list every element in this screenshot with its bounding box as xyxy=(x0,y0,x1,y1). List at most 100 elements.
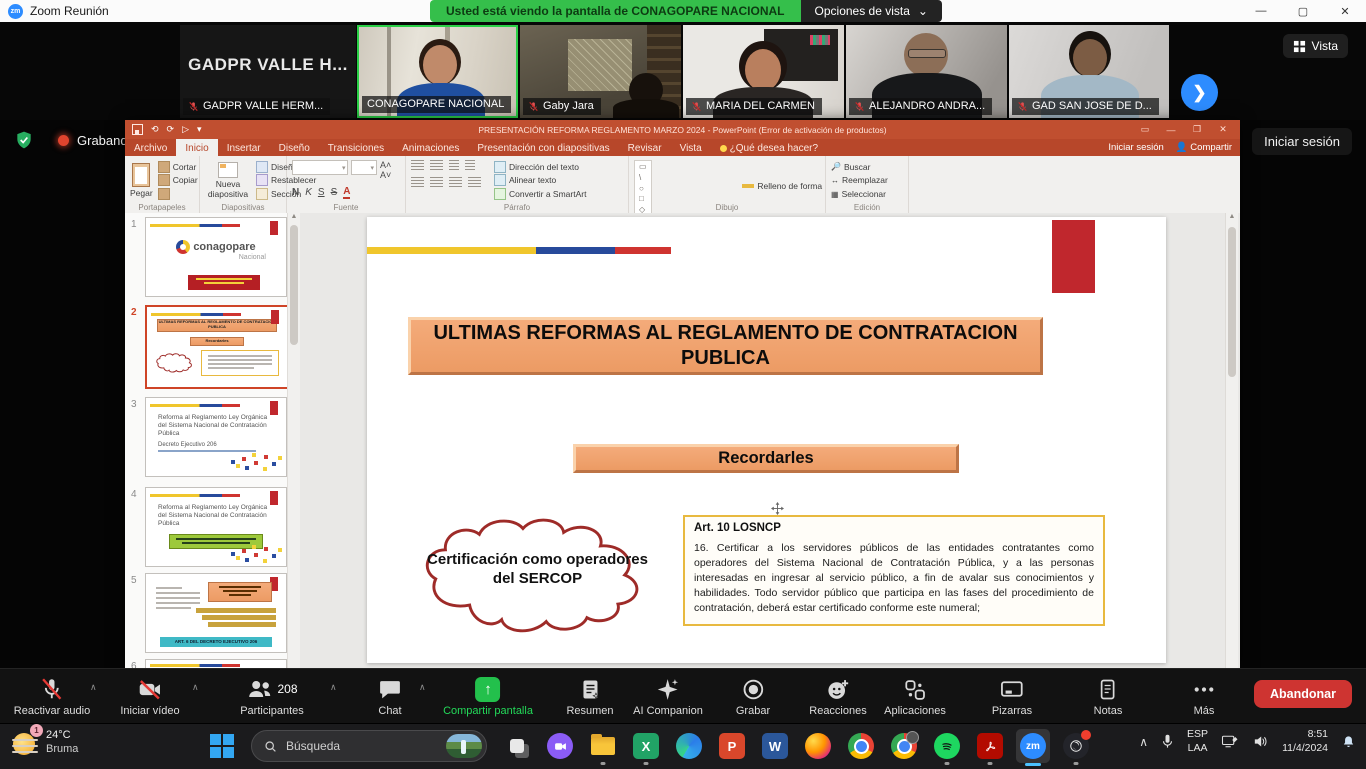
participant-tile[interactable]: MARIA DEL CARMEN xyxy=(683,25,844,118)
chat-options-chevron[interactable]: ∧ xyxy=(419,682,426,693)
ppt-restore-button[interactable]: ❐ xyxy=(1184,124,1210,135)
strike-button[interactable]: S xyxy=(331,187,338,198)
taskbar-weather-widget[interactable]: 1 24°CBruma xyxy=(12,729,78,757)
thumbnail-slide-2-selected[interactable]: 2 ULTIMAS REFORMAS AL REGLAMENTO DE CONT… xyxy=(131,305,289,389)
tab-presentacion[interactable]: Presentación con diapositivas xyxy=(468,139,618,156)
grow-shrink-font-icons[interactable]: A˄ A˅ xyxy=(380,160,400,180)
share-screen-button[interactable]: ↑ Compartir pantalla xyxy=(443,676,533,717)
task-view-button[interactable] xyxy=(504,733,530,759)
obs-icon[interactable] xyxy=(1063,733,1089,759)
view-options-button[interactable]: Opciones de vista ⌄ xyxy=(801,0,942,22)
taskbar-clock[interactable]: 8:5111/4/2024 xyxy=(1282,728,1328,755)
tab-insertar[interactable]: Insertar xyxy=(218,139,270,156)
chrome-profile-icon[interactable] xyxy=(891,733,917,759)
more-button[interactable]: Más xyxy=(1192,676,1217,717)
ai-companion-button[interactable]: AI Companion xyxy=(633,676,703,717)
tab-inicio[interactable]: Inicio xyxy=(176,139,217,156)
copy-button[interactable]: Copiar xyxy=(158,174,198,186)
spotify-icon[interactable] xyxy=(934,733,960,759)
notification-bell-icon[interactable] xyxy=(1341,734,1356,750)
ribbon-display-icon[interactable]: ▭ xyxy=(1132,124,1158,135)
zoom-app-icon[interactable]: zm xyxy=(1016,729,1050,763)
save-icon[interactable] xyxy=(132,124,143,135)
tray-chevron-icon[interactable]: ∧ xyxy=(1139,735,1148,749)
canvas-scrollbar[interactable]: ▲ xyxy=(1225,213,1238,668)
tell-me-box[interactable]: ¿Qué desea hacer? xyxy=(711,139,827,156)
align-text-button[interactable]: Alinear texto xyxy=(494,174,586,186)
tab-animaciones[interactable]: Animaciones xyxy=(393,139,468,156)
tray-pen-display-icon[interactable] xyxy=(1221,734,1239,749)
list-buttons[interactable] xyxy=(411,160,481,171)
tray-mic-icon[interactable] xyxy=(1161,734,1174,750)
thumbnail-slide-6[interactable]: 6 xyxy=(131,659,287,668)
apps-button[interactable]: Aplicaciones xyxy=(884,676,946,717)
tab-diseno[interactable]: Diseño xyxy=(270,139,319,156)
participants-options-chevron[interactable]: ∧ xyxy=(330,682,337,693)
chrome-icon[interactable] xyxy=(848,733,874,759)
paste-button[interactable]: Pegar xyxy=(130,160,153,201)
video-options-chevron[interactable]: ∧ xyxy=(192,682,199,693)
participant-tile[interactable]: CONAGOPARE NACIONAL xyxy=(357,25,518,118)
view-button[interactable]: Vista xyxy=(1283,34,1348,58)
tab-archivo[interactable]: Archivo xyxy=(125,139,176,156)
tab-vista[interactable]: Vista xyxy=(671,139,711,156)
slide-subtitle-banner[interactable]: Recordarles xyxy=(573,444,959,473)
start-button[interactable] xyxy=(210,734,234,758)
tray-volume-icon[interactable] xyxy=(1252,734,1269,749)
font-name-select[interactable]: ▾ xyxy=(292,160,348,175)
italic-button[interactable]: K xyxy=(305,187,312,198)
notes-button[interactable]: Notas xyxy=(1094,676,1123,717)
underline-button[interactable]: S xyxy=(318,187,325,198)
thumbnail-slide-1[interactable]: 1 conagopare Nacional xyxy=(131,217,287,297)
audio-options-chevron[interactable]: ∧ xyxy=(90,682,97,693)
bold-button[interactable]: N xyxy=(292,187,299,198)
tab-transiciones[interactable]: Transiciones xyxy=(319,139,393,156)
undo-icon[interactable]: ⟲ xyxy=(151,124,159,135)
thumbnail-scrollbar[interactable]: ▲ xyxy=(287,213,300,668)
record-button[interactable]: Grabar xyxy=(736,676,770,717)
article-text-box[interactable]: Art. 10 LOSNCP 16. Certificar a los serv… xyxy=(683,515,1105,626)
close-button[interactable]: ✕ xyxy=(1324,0,1366,22)
slide-editor[interactable]: ULTIMAS REFORMAS AL REGLAMENTO DE CONTRA… xyxy=(367,217,1166,663)
acrobat-icon[interactable] xyxy=(977,733,1003,759)
redo-icon[interactable]: ⟳ xyxy=(167,124,175,135)
summary-button[interactable]: Resumen xyxy=(566,676,613,717)
participant-tile[interactable]: Gaby Jara xyxy=(520,25,681,118)
leave-meeting-button[interactable]: Abandonar xyxy=(1254,680,1352,708)
excel-icon[interactable]: X xyxy=(633,733,659,759)
replace-button[interactable]: ↔Reemplazar xyxy=(831,175,888,185)
participants-button[interactable]: 208 Participantes xyxy=(240,676,304,717)
cut-button[interactable]: Cortar xyxy=(158,161,198,173)
align-buttons[interactable] xyxy=(411,177,481,188)
shape-fill-button[interactable]: Relleno de forma xyxy=(742,181,828,191)
edge-icon[interactable] xyxy=(676,733,702,759)
find-button[interactable]: 🔎Buscar xyxy=(831,162,888,172)
start-video-button[interactable]: Iniciar vídeo xyxy=(120,676,179,717)
word-icon[interactable]: W xyxy=(762,733,788,759)
format-painter-button[interactable] xyxy=(158,188,198,200)
next-participants-button[interactable]: ❯ xyxy=(1181,74,1218,111)
firefox-icon[interactable] xyxy=(805,733,831,759)
thumbnail-slide-4[interactable]: 4 Reforma al Reglamento Ley Orgánica del… xyxy=(131,487,287,567)
participant-tile[interactable]: GADPR VALLE H... GADPR VALLE HERM... xyxy=(180,25,356,118)
search-input[interactable]: Búsqueda xyxy=(251,730,487,762)
zoom-sign-in-button[interactable]: Iniciar sesión xyxy=(1252,128,1352,155)
language-switcher[interactable]: ESPLAA xyxy=(1187,728,1208,755)
font-color-button[interactable]: A xyxy=(343,186,350,199)
unmute-button[interactable]: Reactivar audio xyxy=(14,676,90,717)
select-button[interactable]: ▦Seleccionar xyxy=(831,189,888,199)
ppt-close-button[interactable]: ✕ xyxy=(1210,124,1236,135)
customize-qat-icon[interactable]: ▾ xyxy=(197,124,202,135)
text-direction-button[interactable]: Dirección del texto xyxy=(494,161,586,173)
font-size-select[interactable]: ▾ xyxy=(351,160,377,175)
participant-tile[interactable]: GAD SAN JOSE DE D... xyxy=(1009,25,1169,118)
new-slide-button[interactable]: Nueva diapositiva xyxy=(205,160,251,201)
ppt-share-button[interactable]: 👤 Compartir xyxy=(1176,142,1232,153)
minimize-button[interactable]: — xyxy=(1240,0,1282,22)
meet-now-icon[interactable] xyxy=(547,733,573,759)
slide-title-banner[interactable]: ULTIMAS REFORMAS AL REGLAMENTO DE CONTRA… xyxy=(408,317,1043,375)
start-slideshow-icon[interactable]: ▷ xyxy=(182,124,189,135)
maximize-button[interactable]: ▢ xyxy=(1282,0,1324,22)
security-shield-icon[interactable] xyxy=(14,130,34,150)
file-explorer-icon[interactable] xyxy=(590,733,616,759)
